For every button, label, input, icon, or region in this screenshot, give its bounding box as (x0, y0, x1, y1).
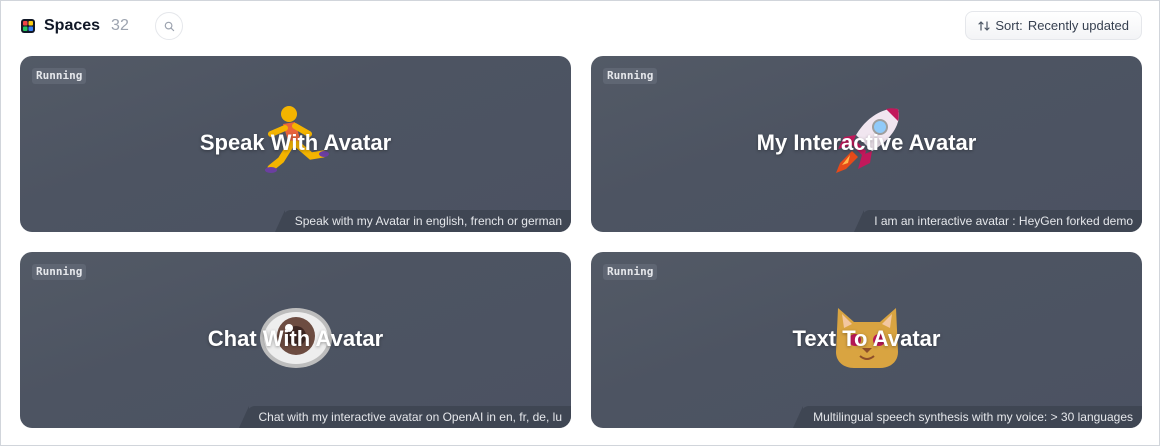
space-card-chat-with-avatar[interactable]: Running Chat With Avatar Chat with my in… (20, 252, 571, 428)
card-description: Chat with my interactive avatar on OpenA… (238, 406, 571, 428)
sort-arrows-icon (978, 20, 990, 31)
spaces-count: 32 (111, 17, 129, 34)
sort-button[interactable]: Sort: Recently updated (965, 11, 1142, 40)
card-title: Speak With Avatar (199, 130, 392, 155)
spaces-header: Spaces 32 Sort: Recently updated (20, 11, 1142, 41)
card-description: Speak with my Avatar in english, french … (274, 210, 571, 232)
spaces-icon (20, 18, 36, 34)
status-badge: Running (32, 68, 87, 84)
sort-value: Recently updated (1027, 18, 1129, 33)
status-badge: Running (603, 68, 658, 84)
spaces-title: Spaces (44, 17, 101, 34)
space-card-my-interactive-avatar[interactable]: Running My Interactive Avatar I am an in… (591, 56, 1142, 232)
status-badge: Running (603, 264, 658, 280)
card-title: Text To Avatar (792, 326, 941, 351)
card-description: Multilingual speech synthesis with my vo… (793, 406, 1142, 428)
search-button[interactable] (155, 12, 183, 40)
card-title: Chat With Avatar (207, 326, 384, 351)
space-card-text-to-avatar[interactable]: Running Text To Avatar Multilingual spee… (591, 252, 1142, 428)
search-icon (164, 21, 174, 31)
status-badge: Running (32, 264, 87, 280)
card-description: I am an interactive avatar : HeyGen fork… (854, 210, 1142, 232)
space-card-speak-with-avatar[interactable]: Running Speak With Avatar Speak with my … (20, 56, 571, 232)
sort-label: Sort: (995, 18, 1023, 33)
card-title: My Interactive Avatar (756, 130, 977, 155)
